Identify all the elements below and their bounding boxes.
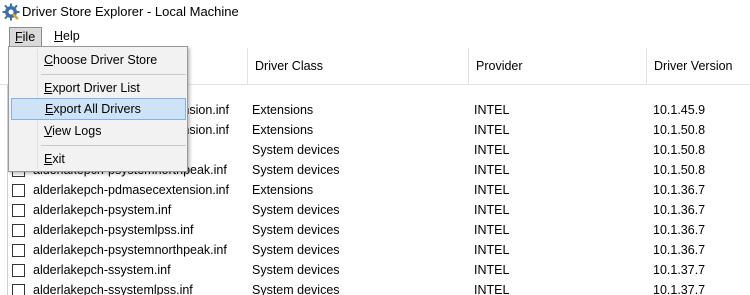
driver-name-cell: alderlakepch-psystem.inf xyxy=(33,203,172,217)
provider-cell: INTEL xyxy=(474,143,510,157)
menu-separator xyxy=(41,145,186,146)
file-menu-dropdown: Choose Driver Store Export Driver List E… xyxy=(8,46,188,172)
menu-item-choose-driver-store[interactable]: Choose Driver Store xyxy=(11,49,186,71)
driver-class-cell: Extensions xyxy=(252,123,314,137)
table-row[interactable]: alderlakepch-ssystem.inf System devices IN… xyxy=(7,260,750,280)
row-checkbox[interactable] xyxy=(12,224,25,237)
menu-item-export-driver-list[interactable]: Export Driver List xyxy=(11,77,186,99)
driver-class-cell: Extensions xyxy=(252,183,314,197)
driver-name-cell: alderlakepch-psystemnorthpeak.inf xyxy=(33,243,227,257)
driver-class-cell: System devices xyxy=(252,263,340,277)
driver-name-cell: alderlakepch-ssystemlpss.inf xyxy=(33,283,193,295)
table-row[interactable]: alderlakepch-psystemnorthpeak.inf System … xyxy=(7,240,750,260)
menu-item-exit[interactable]: Exit xyxy=(11,148,186,170)
provider-cell: INTEL xyxy=(474,103,510,117)
menu-bar: File Help xyxy=(0,26,750,47)
driver-class-cell: System devices xyxy=(252,283,340,295)
driver-version-cell: 10.1.37.7 xyxy=(653,263,706,277)
column-header-driver-version[interactable]: Driver Version xyxy=(646,48,750,85)
driver-class-cell: System devices xyxy=(252,223,340,237)
menu-separator xyxy=(41,74,186,75)
row-checkbox[interactable] xyxy=(12,184,25,197)
driver-class-cell: System devices xyxy=(252,163,340,177)
table-row[interactable]: alderlakepch-psystemlpss.inf System devic… xyxy=(7,220,750,240)
window-title: Driver Store Explorer - Local Machine xyxy=(22,4,239,19)
table-row[interactable]: alderlakepch-psystem.inf System devices IN… xyxy=(7,200,750,220)
driver-name-cell: alderlakepch-pdmasecextension.inf xyxy=(33,183,229,197)
driver-version-cell: 10.1.36.7 xyxy=(653,183,706,197)
menu-item-export-all-drivers[interactable]: Export All Drivers xyxy=(11,98,186,120)
provider-cell: INTEL xyxy=(474,263,510,277)
menu-item-view-logs[interactable]: View Logs xyxy=(11,120,186,142)
driver-name-cell: alderlakepch-ssystem.inf xyxy=(33,263,171,277)
gear-app-icon xyxy=(2,3,20,21)
driver-class-cell: System devices xyxy=(252,243,340,257)
provider-cell: INTEL xyxy=(474,223,510,237)
driver-version-cell: 10.1.45.9 xyxy=(653,103,706,117)
driver-version-cell: 10.1.36.7 xyxy=(653,203,706,217)
driver-version-cell: 10.1.36.7 xyxy=(653,243,706,257)
table-row[interactable]: alderlakepch-ssystemlpss.inf System devic… xyxy=(7,280,750,295)
provider-cell: INTEL xyxy=(474,243,510,257)
driver-class-cell: System devices xyxy=(252,203,340,217)
driver-name-cell: alderlakepch-psystemlpss.inf xyxy=(33,223,194,237)
column-header-driver-class[interactable]: Driver Class xyxy=(247,48,468,85)
provider-cell: INTEL xyxy=(474,123,510,137)
menu-help[interactable]: Help xyxy=(49,27,85,47)
driver-version-cell: 10.1.36.7 xyxy=(653,223,706,237)
driver-version-cell: 10.1.50.8 xyxy=(653,123,706,137)
provider-cell: INTEL xyxy=(474,283,510,295)
driver-version-cell: 10.1.37.7 xyxy=(653,283,706,295)
table-row[interactable]: alderlakepch-pdmasecextension.inf Extensi… xyxy=(7,180,750,200)
driver-class-cell: System devices xyxy=(252,143,340,157)
provider-cell: INTEL xyxy=(474,203,510,217)
row-checkbox[interactable] xyxy=(12,244,25,257)
column-header-provider[interactable]: Provider xyxy=(468,48,646,85)
row-checkbox[interactable] xyxy=(12,264,25,277)
provider-cell: INTEL xyxy=(474,163,510,177)
menu-file[interactable]: File xyxy=(9,27,42,47)
driver-class-cell: Extensions xyxy=(252,103,314,117)
provider-cell: INTEL xyxy=(474,183,510,197)
row-checkbox[interactable] xyxy=(12,284,25,295)
title-bar: Driver Store Explorer - Local Machine xyxy=(0,0,750,25)
driver-version-cell: 10.1.50.8 xyxy=(653,143,706,157)
row-checkbox[interactable] xyxy=(12,204,25,217)
driver-version-cell: 10.1.50.8 xyxy=(653,163,706,177)
